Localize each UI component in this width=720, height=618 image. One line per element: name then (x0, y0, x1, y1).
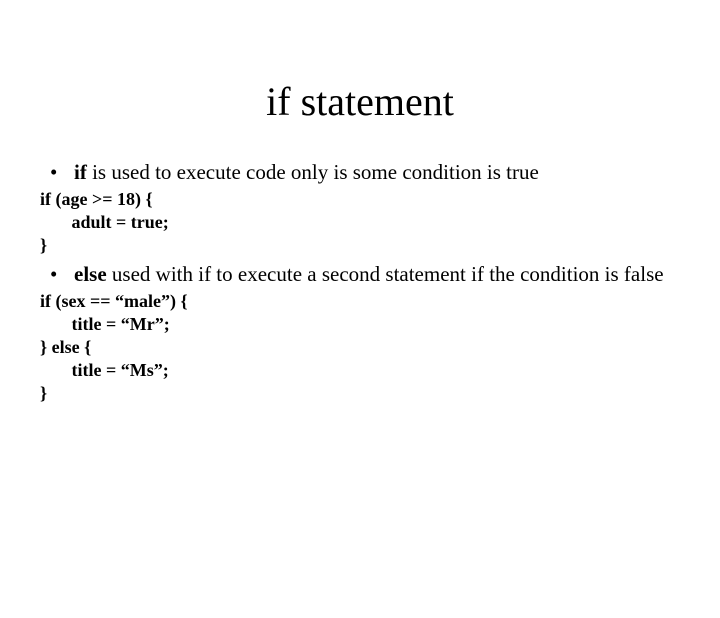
code-line: adult = true; (40, 212, 169, 232)
bullet-text: is used to execute code only is some con… (87, 160, 539, 184)
bullet-list: if is used to execute code only is some … (40, 159, 680, 186)
bullet-strong: if (74, 160, 87, 184)
slide-body: if is used to execute code only is some … (40, 159, 680, 405)
bullet-item-else: else used with if to execute a second st… (40, 261, 680, 288)
code-line: if (age >= 18) { (40, 189, 153, 209)
slide-title: if statement (40, 78, 680, 125)
code-line: } else { (40, 337, 91, 357)
code-line: } (40, 235, 47, 255)
bullet-list: else used with if to execute a second st… (40, 261, 680, 288)
bullet-strong: else (74, 262, 107, 286)
code-line: title = “Mr”; (40, 314, 170, 334)
code-line: } (40, 383, 47, 403)
slide: if statement if is used to execute code … (0, 78, 720, 618)
code-line: title = “Ms”; (40, 360, 169, 380)
code-block-if: if (age >= 18) { adult = true; } (40, 188, 680, 257)
bullet-text: used with if to execute a second stateme… (107, 262, 664, 286)
bullet-item-if: if is used to execute code only is some … (40, 159, 680, 186)
code-line: if (sex == “male”) { (40, 291, 188, 311)
code-block-else: if (sex == “male”) { title = “Mr”; } els… (40, 290, 680, 405)
